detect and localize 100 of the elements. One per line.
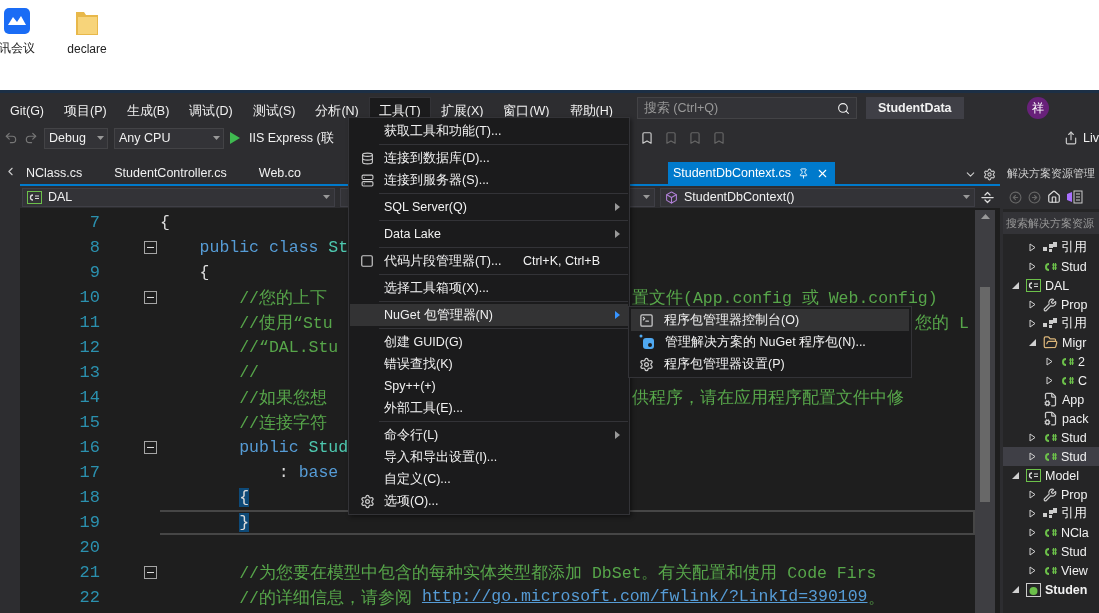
code-keyword: base [298,463,339,482]
project-icon [1026,279,1041,292]
menu-item[interactable]: 选择工具箱项(X)... [350,277,628,299]
collapse-icon[interactable] [144,566,157,579]
user-avatar[interactable]: 祥 [1027,97,1049,119]
tree-item[interactable]: Stud [1003,257,1099,276]
menu-item[interactable]: Data Lake [350,223,628,245]
scroll-up-icon[interactable] [980,214,990,219]
search-field[interactable]: 搜索 (Ctrl+Q) [636,97,857,119]
menu-item[interactable]: 外部工具(E)... [350,397,628,419]
platform-dropdown[interactable]: Any CPU [114,127,224,149]
tree-item[interactable]: Prop [1003,295,1099,314]
settings-icon [359,493,375,509]
references-icon [1043,317,1057,330]
tree-item[interactable]: Studen [1003,580,1099,599]
code-link[interactable]: http://go.microsoft.com/fwlink/?LinkId=390109 [421,586,868,609]
menu-item[interactable]: 代码片段管理器(T)... Ctrl+K, Ctrl+B [350,250,628,272]
project-dropdown[interactable]: DAL [22,187,335,207]
menu-item[interactable]: 创建 GUID(G) [350,331,628,353]
tree-item[interactable]: 引用 [1003,314,1099,333]
menu-item[interactable]: NuGet 包管理器(N) [350,304,628,326]
menu-bar-item[interactable]: Git(G) [0,97,55,123]
forward-icon[interactable] [24,131,38,145]
tree-item[interactable]: Stud [1003,447,1099,466]
search-field[interactable]: 搜索解决方案资源 [1003,212,1099,234]
tree-item[interactable]: pack [1003,409,1099,428]
menu-bar-item[interactable]: 分析(N) [305,97,369,123]
config-file-icon [1043,392,1058,407]
caret-icon [643,195,650,199]
collapsed-triangle-icon[interactable] [1045,376,1054,385]
collapsed-triangle-icon[interactable] [1028,262,1037,271]
menu-item[interactable]: Spy++(+) [350,375,628,397]
brace: { [199,263,210,282]
share-button[interactable]: Liv [1064,131,1099,145]
meeting-app-icon[interactable] [4,8,30,34]
expanded-triangle-icon[interactable] [1011,281,1020,290]
collapsed-triangle-icon[interactable] [1028,509,1037,518]
bookmark-icon[interactable] [640,131,654,145]
menu-item[interactable]: 程序包管理器控制台(O) [631,309,909,331]
tree-item[interactable]: NCla [1003,523,1099,542]
tree-item[interactable]: Prop [1003,485,1099,504]
collapsed-triangle-icon[interactable] [1028,528,1037,537]
menu-item[interactable]: 连接到数据库(D)... [350,147,628,169]
tree-item[interactable]: 引用 [1003,238,1099,257]
collapsed-triangle-icon[interactable] [1028,566,1037,575]
tree-item[interactable]: App [1003,390,1099,409]
collapsed-triangle-icon[interactable] [1045,357,1054,366]
menu-item[interactable]: 导入和导出设置(I)... [350,446,628,468]
settings-icon[interactable] [983,168,996,181]
collapsed-triangle-icon[interactable] [1028,490,1037,499]
menu-item[interactable]: 程序包管理器设置(P) [631,353,909,375]
collapse-icon[interactable] [144,241,157,254]
tab[interactable]: StudentController.cs [108,162,253,184]
collapsed-triangle-icon[interactable] [1028,243,1037,252]
tree-item[interactable]: 2 [1003,352,1099,371]
tree-item[interactable]: DAL [1003,276,1099,295]
switch-views-icon[interactable] [1067,190,1083,204]
home-icon[interactable] [1047,190,1061,204]
tab[interactable]: StudentDbContext.cs [667,162,835,184]
menu-bar-item[interactable]: 调试(D) [179,97,243,123]
menu-item[interactable]: 命令行(L) [350,424,628,446]
tab[interactable]: Web.co [252,162,327,184]
expanded-triangle-icon[interactable] [1011,585,1020,594]
expanded-triangle-icon[interactable] [1028,338,1037,347]
collapsed-triangle-icon[interactable] [1028,433,1037,442]
tree-item[interactable]: View [1003,561,1099,580]
back-icon[interactable] [1009,190,1022,204]
expanded-triangle-icon[interactable] [1011,471,1020,480]
back-icon[interactable] [4,131,18,145]
menu-item[interactable]: 自定义(C)... [350,468,628,490]
menu-item[interactable]: 错误查找(K) [350,353,628,375]
collapsed-triangle-icon[interactable] [1028,452,1037,461]
collapse-icon[interactable] [144,441,157,454]
collapse-icon[interactable] [144,291,157,304]
tree-item[interactable]: Stud [1003,542,1099,561]
menu-item[interactable]: 管理解决方案的 NuGet 程序包(N)... [631,331,909,353]
tree-item[interactable]: 引用 [1003,504,1099,523]
scrollbar[interactable] [975,210,995,613]
scrollbar-thumb[interactable] [980,287,990,502]
tree-item[interactable]: Model [1003,466,1099,485]
pin-icon[interactable] [798,167,809,179]
menu-item[interactable]: 获取工具和功能(T)... [350,120,628,142]
menu-item[interactable]: 连接到服务器(S)... [350,169,628,191]
run-button[interactable]: IIS Express (联 [246,129,337,147]
tree-item[interactable]: Migr [1003,333,1099,352]
tree-item[interactable]: C [1003,371,1099,390]
menu-item[interactable]: SQL Server(Q) [350,196,628,218]
line-number: 11 [78,312,100,334]
menu-item[interactable]: 选项(O)... [350,490,628,512]
member-dropdown[interactable]: StudentDbContext() [660,187,975,207]
collapsed-triangle-icon[interactable] [1028,547,1037,556]
menu-bar-item[interactable]: 测试(S) [242,97,306,123]
split-icon[interactable] [980,189,995,205]
menu-bar-item[interactable]: 项目(P) [54,97,117,123]
tab[interactable]: NClass.cs [20,162,109,184]
collapsed-triangle-icon[interactable] [1028,319,1037,328]
configuration-dropdown[interactable]: Debug [44,127,108,149]
menu-bar-item[interactable]: 生成(B) [116,97,180,123]
tree-item[interactable]: Stud [1003,428,1099,447]
collapsed-triangle-icon[interactable] [1028,300,1037,309]
